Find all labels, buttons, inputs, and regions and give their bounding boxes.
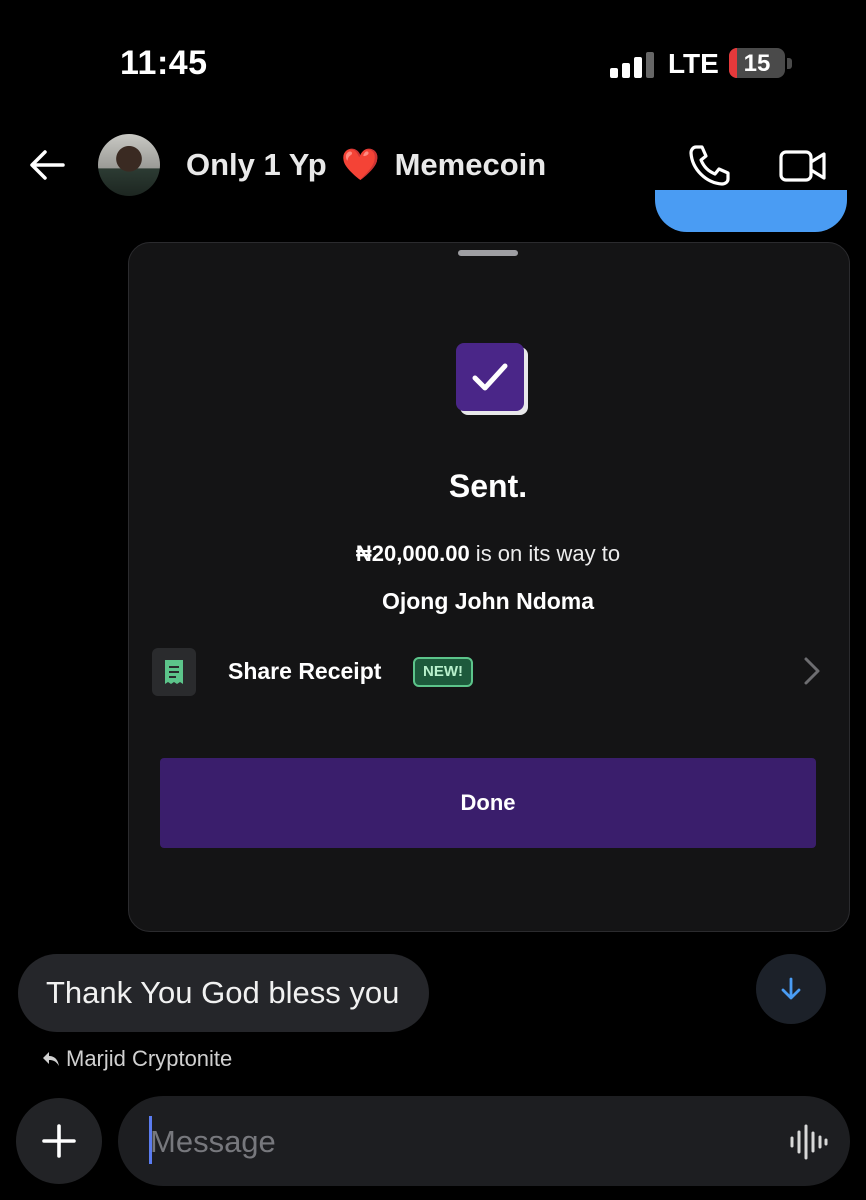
- amount-suffix: is on its way to: [469, 541, 621, 566]
- done-button[interactable]: Done: [160, 758, 816, 848]
- sent-title: Sent.: [448, 468, 528, 504]
- back-button[interactable]: [24, 140, 70, 190]
- chat-title-suffix: Memecoin: [394, 147, 547, 182]
- sheet-grabber[interactable]: [458, 250, 518, 256]
- message-composer: [118, 1096, 850, 1188]
- phone-icon: [689, 145, 730, 186]
- scroll-to-bottom-button[interactable]: [756, 954, 826, 1024]
- share-receipt-label: Share Receipt: [228, 658, 382, 684]
- receipt-icon: [152, 648, 196, 696]
- new-badge: NEW!: [413, 657, 473, 687]
- share-receipt-row[interactable]: Share Receipt NEW!: [152, 646, 828, 696]
- message-input[interactable]: [148, 1096, 772, 1188]
- incoming-message-bubble[interactable]: Thank You God bless you: [18, 954, 430, 1032]
- chevron-right-icon: [804, 657, 820, 685]
- plus-icon: [42, 1124, 76, 1158]
- chat-title-name: Only 1 Yp: [186, 147, 327, 182]
- heart-emoji: ❤️: [341, 147, 380, 182]
- message-sender: Marjid Cryptonite: [42, 1046, 232, 1072]
- status-time: 11:45: [120, 44, 208, 82]
- reply-icon: [43, 1052, 59, 1066]
- video-camera-icon: [779, 150, 826, 182]
- outgoing-message-bubble-edge: [655, 190, 847, 232]
- message-text: Thank You God bless you: [46, 975, 400, 1010]
- success-check-tile: [456, 343, 528, 415]
- attach-button[interactable]: [16, 1098, 102, 1184]
- voice-call-button[interactable]: [686, 142, 732, 188]
- arrow-down-icon: [781, 977, 801, 1000]
- video-call-button[interactable]: [778, 144, 828, 188]
- text-caret: [149, 1116, 152, 1164]
- back-arrow-icon: [30, 150, 65, 180]
- avatar[interactable]: [98, 134, 160, 196]
- recipient-name: Ojong John Ndoma: [381, 588, 595, 614]
- network-type: LTE: [668, 48, 719, 79]
- battery-level: 15: [743, 50, 771, 77]
- signal-strength-icon: [610, 52, 656, 78]
- battery-icon: 15: [729, 48, 785, 78]
- battery-tip: [787, 58, 792, 69]
- chat-title[interactable]: Only 1 Yp ❤️ Memecoin: [186, 146, 546, 183]
- checkmark-icon: [472, 363, 508, 391]
- sender-name: Marjid Cryptonite: [66, 1046, 233, 1071]
- voice-waveform-icon[interactable]: [788, 1122, 828, 1162]
- amount: ₦20,000.00: [355, 541, 470, 566]
- amount-line: ₦20,000.00 is on its way to: [128, 541, 848, 567]
